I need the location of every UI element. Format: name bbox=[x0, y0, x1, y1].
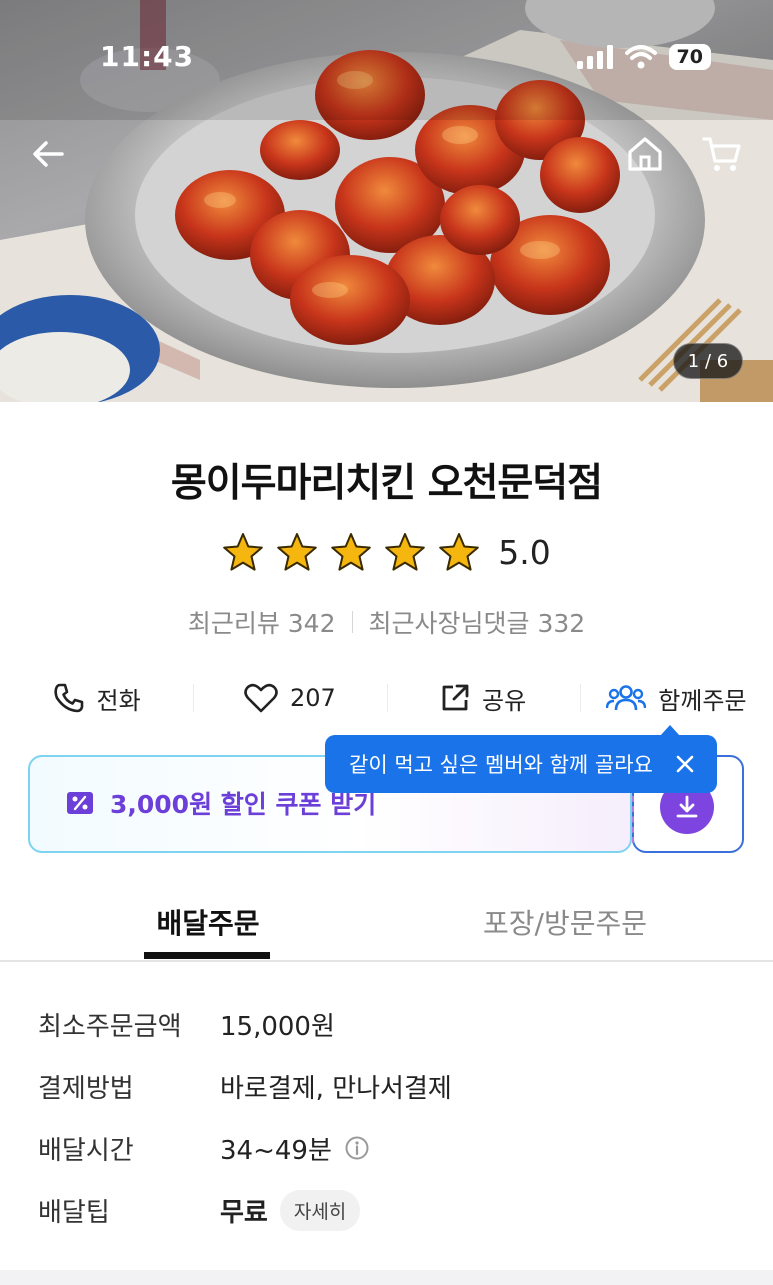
star-icon bbox=[385, 533, 426, 571]
star-icon bbox=[439, 533, 480, 571]
heart-icon bbox=[244, 683, 278, 713]
delivery-time-group: 34~49분 bbox=[220, 1130, 370, 1167]
section-divider bbox=[0, 1270, 773, 1285]
delivery-time-row: 배달시간 34~49분 bbox=[38, 1124, 738, 1172]
min-order-label: 최소주문금액 bbox=[38, 1011, 182, 1042]
star-icon bbox=[331, 533, 372, 571]
star-icon bbox=[277, 533, 318, 571]
discount-coupon-icon bbox=[67, 792, 93, 814]
min-order-value: 15,000원 bbox=[220, 1011, 335, 1042]
delivery-tip-row: 배달팁 무료 자세히 bbox=[38, 1186, 738, 1234]
download-icon bbox=[676, 795, 698, 818]
back-button[interactable] bbox=[26, 132, 70, 176]
home-button[interactable] bbox=[623, 132, 667, 176]
payment-value: 바로결제, 만나서결제 bbox=[220, 1073, 452, 1104]
action-bar: 전화 207 공유 함께주문 bbox=[0, 672, 773, 724]
delivery-time-label: 배달시간 bbox=[38, 1135, 134, 1166]
like-button[interactable]: 207 bbox=[193, 672, 386, 724]
rating-row[interactable]: 5.0 bbox=[0, 532, 773, 572]
delivery-time-value: 34~49분 bbox=[220, 1135, 332, 1166]
close-icon[interactable] bbox=[671, 750, 699, 778]
delivery-tip-group: 무료 자세히 bbox=[220, 1189, 361, 1231]
rating-value: 5.0 bbox=[498, 532, 551, 572]
status-time: 11:43 bbox=[100, 40, 195, 73]
tab-pickup[interactable]: 포장/방문주문 bbox=[440, 902, 690, 942]
store-name: 몽이두마리치킨 오천문덕점 bbox=[170, 461, 603, 506]
status-bar: 11:43 70 bbox=[0, 0, 773, 110]
share-button[interactable]: 공유 bbox=[386, 672, 580, 724]
payment-row: 결제방법 바로결제, 만나서결제 bbox=[38, 1062, 738, 1110]
divider bbox=[351, 611, 353, 633]
recent-reviews-link[interactable]: 최근리뷰 342 bbox=[188, 604, 336, 640]
share-label: 공유 bbox=[482, 686, 527, 715]
group-order-label: 함께주문 bbox=[658, 686, 747, 715]
group-users-icon bbox=[606, 685, 647, 711]
share-icon bbox=[442, 684, 469, 711]
info-icon[interactable] bbox=[344, 1135, 370, 1161]
group-order-tooltip: 같이 먹고 싶은 멤버와 함께 골라요 bbox=[325, 725, 717, 793]
cart-icon bbox=[702, 137, 741, 171]
tooltip-text: 같이 먹고 싶은 멤버와 함께 골라요 bbox=[349, 753, 653, 777]
call-button[interactable]: 전화 bbox=[0, 672, 193, 724]
image-counter: 1 / 6 bbox=[673, 343, 743, 379]
home-icon bbox=[628, 137, 662, 171]
owner-replies-link[interactable]: 최근사장님댓글 332 bbox=[369, 604, 586, 640]
signal-icon bbox=[576, 45, 613, 69]
order-type-tabs: 배달주문 포장/방문주문 bbox=[0, 890, 773, 962]
review-summary[interactable]: 최근리뷰 342 최근사장님댓글 332 bbox=[0, 604, 773, 640]
call-label: 전화 bbox=[96, 686, 141, 715]
status-icons: 70 bbox=[576, 44, 711, 70]
back-arrow-icon bbox=[33, 141, 64, 167]
active-tab-indicator bbox=[144, 952, 270, 959]
payment-label: 결제방법 bbox=[38, 1073, 134, 1104]
phone-icon bbox=[53, 683, 83, 713]
group-order-button[interactable]: 함께주문 bbox=[579, 672, 773, 724]
store-hero-image[interactable]: 11:43 70 1 / 6 bbox=[0, 0, 773, 402]
rating-stars bbox=[222, 532, 480, 572]
cart-button[interactable] bbox=[700, 132, 744, 176]
min-order-row: 최소주문금액 15,000원 bbox=[38, 1000, 738, 1048]
battery-indicator: 70 bbox=[668, 44, 711, 70]
wifi-icon bbox=[624, 45, 657, 69]
star-icon bbox=[223, 533, 264, 571]
tab-delivery[interactable]: 배달주문 bbox=[145, 902, 271, 942]
like-count: 207 bbox=[289, 684, 336, 712]
delivery-tip-value: 무료 bbox=[220, 1197, 268, 1228]
details-button[interactable]: 자세히 bbox=[279, 1189, 361, 1231]
delivery-tip-label: 배달팁 bbox=[38, 1197, 110, 1228]
